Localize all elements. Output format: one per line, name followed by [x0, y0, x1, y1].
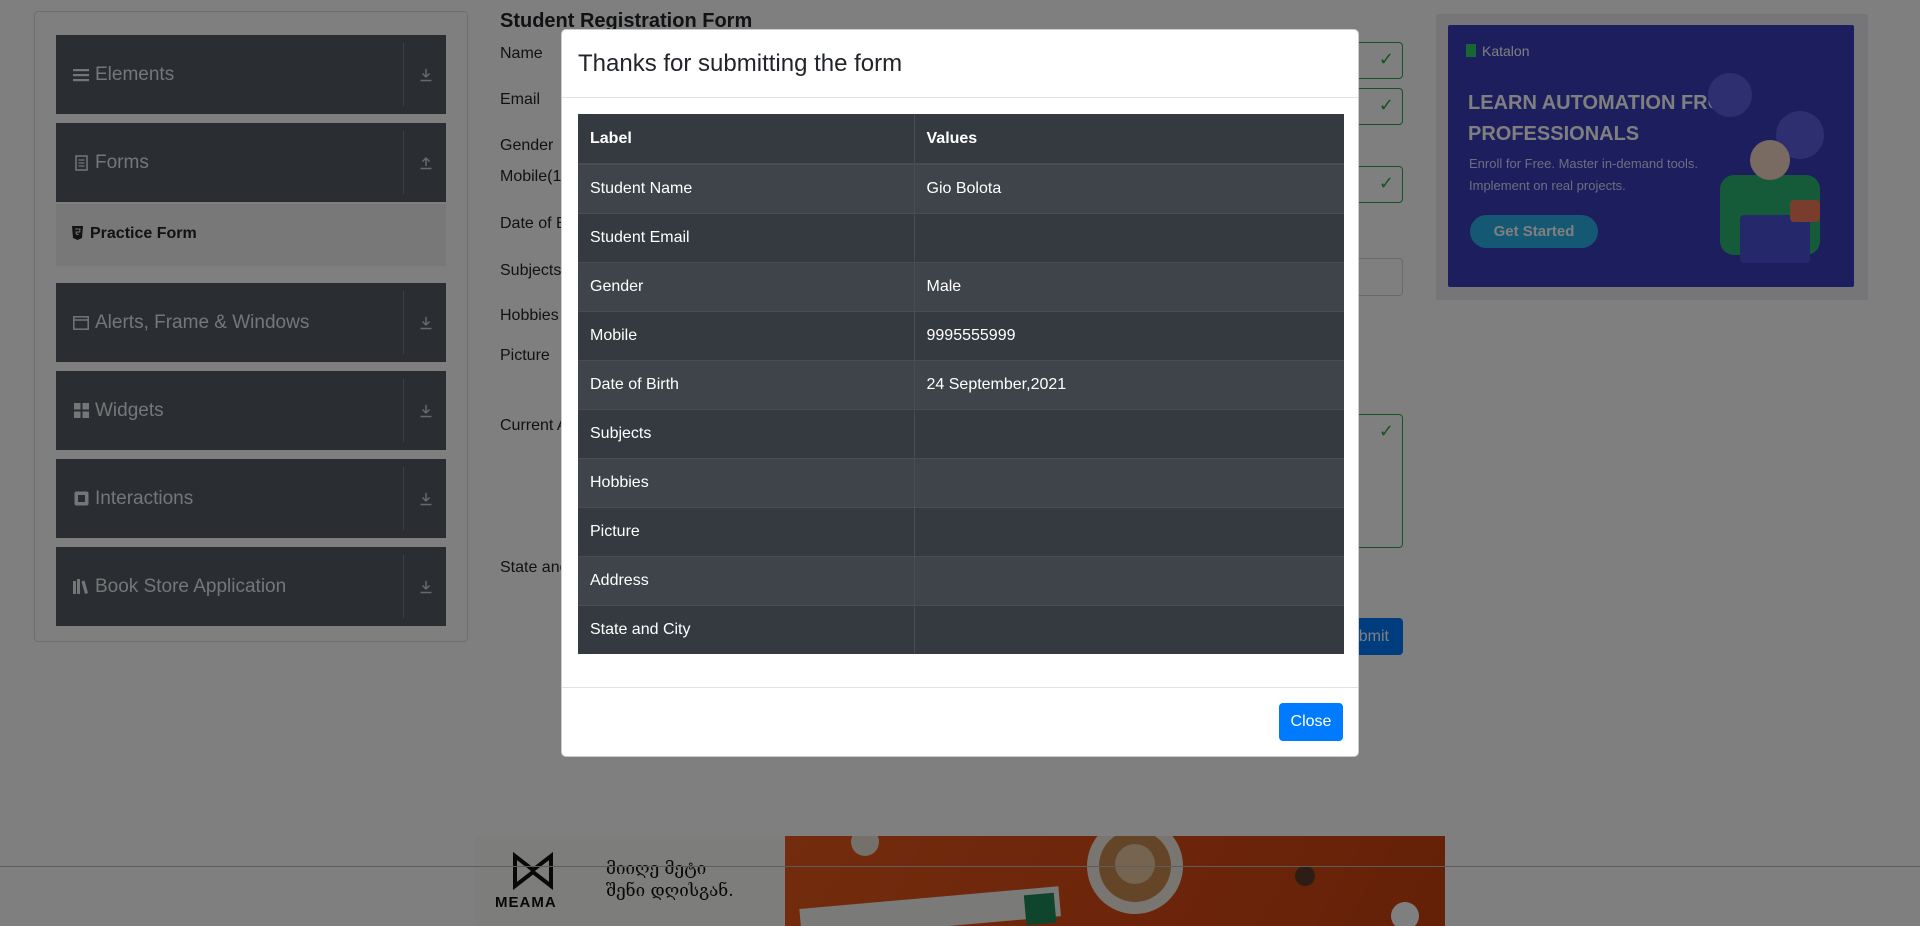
submission-table: Label Values Student Name Gio Bolota Stud…	[578, 114, 1344, 654]
row-value	[914, 506, 1344, 556]
row-label: Picture	[578, 506, 915, 556]
modal-title: Thanks for submitting the form	[578, 50, 903, 77]
table-row: Picture	[578, 506, 1344, 556]
table-row: Gender Male	[578, 261, 1344, 311]
row-value	[914, 555, 1344, 605]
row-value: 9995555999	[914, 310, 1344, 360]
column-header-label: Label	[578, 114, 915, 165]
column-header-values: Values	[914, 114, 1344, 165]
table-row: Student Email	[578, 212, 1344, 262]
table-row: Subjects	[578, 408, 1344, 458]
row-value: Gio Bolota	[914, 163, 1344, 213]
row-value	[914, 408, 1344, 458]
row-label: Subjects	[578, 408, 915, 458]
row-value	[914, 212, 1344, 262]
row-label: Mobile	[578, 310, 915, 360]
row-value	[914, 457, 1344, 507]
row-value	[914, 604, 1344, 654]
row-label: Gender	[578, 261, 915, 311]
table-row: Hobbies	[578, 457, 1344, 507]
row-label: Address	[578, 555, 915, 605]
submission-modal: Thanks for submitting the form Label Val…	[561, 29, 1359, 757]
table-row: Address	[578, 555, 1344, 605]
table-row: State and City	[578, 604, 1344, 654]
row-label: Student Name	[578, 163, 915, 213]
close-button[interactable]: Close	[1279, 703, 1343, 741]
table-row: Mobile 9995555999	[578, 310, 1344, 360]
row-label: Date of Birth	[578, 359, 915, 409]
row-value: Male	[914, 261, 1344, 311]
table-row: Student Name Gio Bolota	[578, 163, 1344, 213]
row-value: 24 September,2021	[914, 359, 1344, 409]
modal-header: Thanks for submitting the form	[562, 30, 1358, 98]
modal-footer: Close	[562, 687, 1358, 757]
row-label: Hobbies	[578, 457, 915, 507]
table-header-row: Label Values	[578, 114, 1344, 165]
row-label: Student Email	[578, 212, 915, 262]
row-label: State and City	[578, 604, 915, 654]
table-row: Date of Birth 24 September,2021	[578, 359, 1344, 409]
